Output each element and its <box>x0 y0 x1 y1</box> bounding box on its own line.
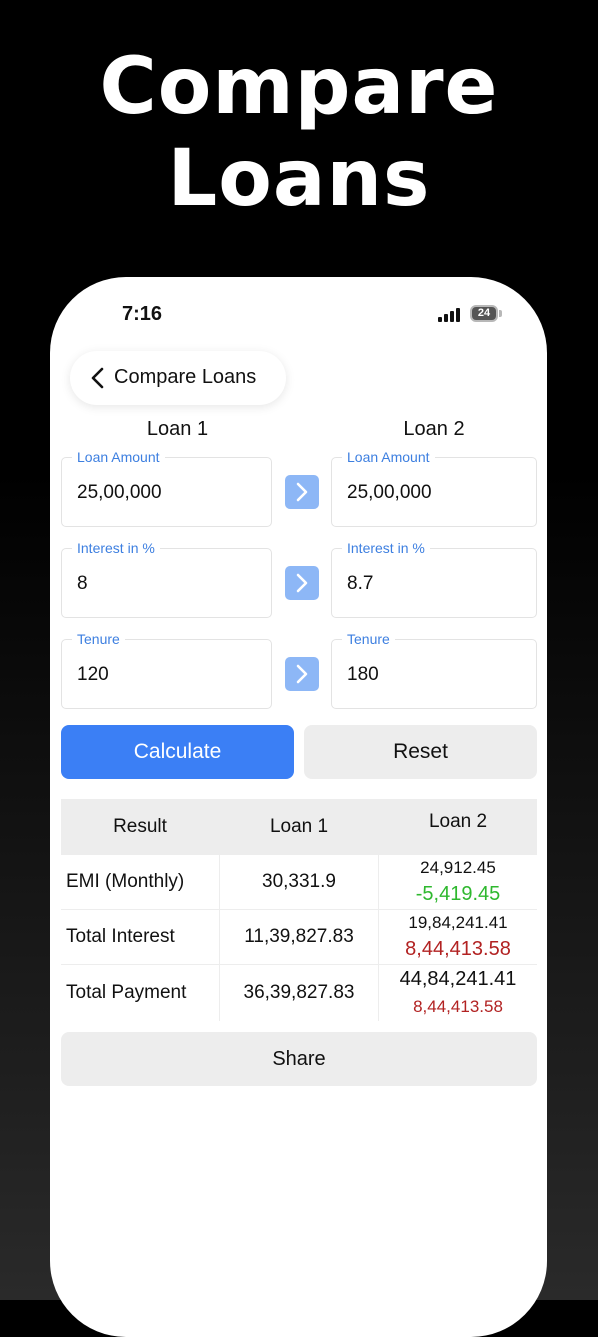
signal-icon <box>438 308 464 322</box>
loan1-amount-value: 25,00,000 <box>77 482 162 503</box>
loan2-amount-label: Loan Amount <box>342 448 435 466</box>
table-row-label: EMI (Monthly) <box>61 855 219 909</box>
loan1-amount-label: Loan Amount <box>72 448 165 466</box>
loan2-tenure-field[interactable]: Tenure 180 <box>331 630 537 709</box>
phone-screen: 7:16 24 Compare Loans Loan 1 Loan 2 Loan… <box>50 277 547 1337</box>
battery-nub <box>499 310 502 317</box>
headline-line-2: Loans <box>167 134 431 224</box>
loan1-header: Loan 1 <box>146 418 209 440</box>
loan1-amount-field[interactable]: Loan Amount 25,00,000 <box>61 448 272 527</box>
loan2-interest-label: Interest in % <box>342 539 430 557</box>
back-button[interactable]: Compare Loans <box>70 351 286 405</box>
loan2-amount-field[interactable]: Loan Amount 25,00,000 <box>331 448 537 527</box>
emi-loan2: 24,912.45 <box>420 858 496 877</box>
results-table: Result Loan 1 Loan 2 EMI (Monthly) 30,33… <box>61 799 537 1021</box>
payment-difference: 8,44,413.58 <box>413 997 503 1016</box>
battery-icon: 24 <box>470 305 498 322</box>
copy-amount-button[interactable] <box>285 475 319 509</box>
back-button-label: Compare Loans <box>114 366 257 388</box>
emi-loan2-cell: 24,912.45 -5,419.45 <box>379 855 537 909</box>
loan2-header: Loan 2 <box>403 418 465 440</box>
payment-loan1: 36,39,827.83 <box>220 965 378 1021</box>
interest-difference: 8,44,413.58 <box>405 938 511 960</box>
loan2-tenure-label: Tenure <box>342 630 395 648</box>
calculate-button[interactable]: Calculate <box>61 725 294 779</box>
interest-loan1: 11,39,827.83 <box>220 910 378 964</box>
copy-tenure-button[interactable] <box>285 657 319 691</box>
loan1-interest-field[interactable]: Interest in % 8 <box>61 539 272 618</box>
payment-loan2: 44,84,241.41 <box>399 968 517 990</box>
chevron-right-icon <box>296 664 308 684</box>
loan2-amount-value: 25,00,000 <box>347 482 432 503</box>
loan2-interest-value: 8.7 <box>347 573 374 594</box>
headline-line-1: Compare <box>99 42 499 132</box>
status-time: 7:16 <box>122 303 163 325</box>
header-result: Result <box>113 816 167 837</box>
loan2-tenure-value: 180 <box>347 664 379 685</box>
header-loan2: Loan 2 <box>428 811 488 832</box>
chevron-left-icon <box>91 367 104 389</box>
chevron-right-icon <box>296 573 308 593</box>
loan1-interest-value: 8 <box>77 573 88 594</box>
loan1-tenure-field[interactable]: Tenure 120 <box>61 630 272 709</box>
table-row-label: Total Interest <box>61 910 219 964</box>
interest-loan2: 19,84,241.41 <box>408 913 508 932</box>
loan1-tenure-label: Tenure <box>72 630 125 648</box>
payment-loan2-cell: 44,84,241.41 8,44,413.58 <box>379 965 537 1021</box>
share-button[interactable]: Share <box>61 1032 537 1086</box>
interest-loan2-cell: 19,84,241.41 8,44,413.58 <box>379 910 537 964</box>
emi-difference: -5,419.45 <box>415 883 501 905</box>
loan1-interest-label: Interest in % <box>72 539 160 557</box>
chevron-right-icon <box>296 482 308 502</box>
loan1-tenure-value: 120 <box>77 664 109 685</box>
header-loan1: Loan 1 <box>269 816 329 837</box>
table-row-label: Total Payment <box>61 965 219 1021</box>
copy-interest-button[interactable] <box>285 566 319 600</box>
loan2-interest-field[interactable]: Interest in % 8.7 <box>331 539 537 618</box>
emi-loan1: 30,331.9 <box>220 855 378 909</box>
reset-button[interactable]: Reset <box>304 725 537 779</box>
